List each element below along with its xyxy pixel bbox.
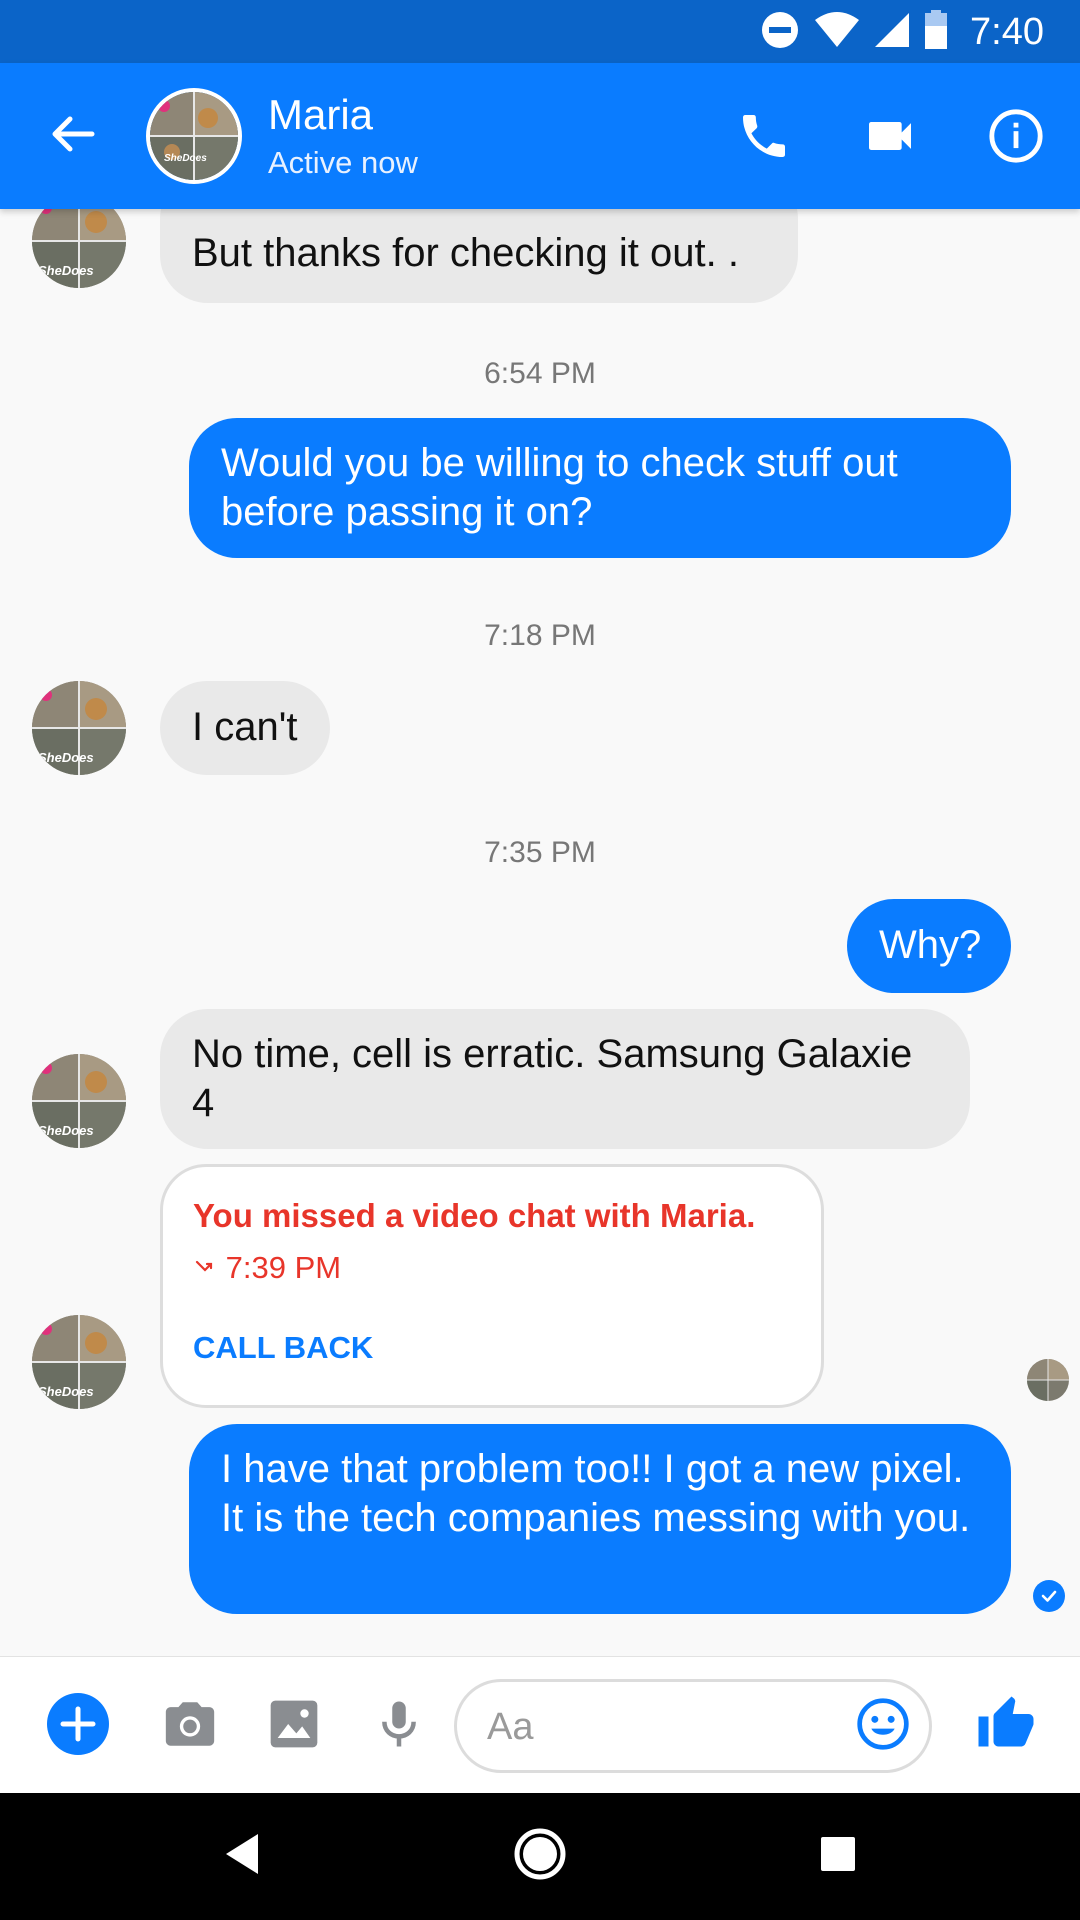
gallery-button[interactable] bbox=[262, 1694, 326, 1758]
contact-avatar-small[interactable]: SheDoes bbox=[32, 1054, 126, 1148]
missed-call-time-text: 7:39 PM bbox=[225, 1250, 342, 1285]
plus-icon bbox=[46, 1692, 110, 1761]
emoji-icon bbox=[855, 1696, 911, 1757]
message-composer bbox=[0, 1656, 1080, 1793]
info-button[interactable] bbox=[984, 106, 1048, 170]
more-actions-button[interactable] bbox=[46, 1692, 110, 1761]
missed-call-arrow-icon bbox=[193, 1250, 226, 1285]
avatar-watermark: SheDoes bbox=[38, 1384, 94, 1399]
avatar-watermark: SheDoes bbox=[38, 263, 94, 278]
status-bar: 7:40 bbox=[0, 0, 1080, 63]
avatar-watermark: SheDoes bbox=[38, 750, 94, 765]
conversation-header: SheDoes Maria Active now bbox=[0, 63, 1080, 209]
battery-icon bbox=[924, 9, 948, 55]
message-input[interactable] bbox=[487, 1702, 827, 1752]
phone-icon bbox=[736, 108, 792, 169]
avatar-watermark: SheDoes bbox=[38, 1123, 94, 1138]
microphone-icon bbox=[372, 1695, 426, 1758]
message-timestamp: 6:54 PM bbox=[484, 357, 596, 390]
nav-back-button[interactable] bbox=[207, 1821, 277, 1891]
outgoing-message[interactable]: Would you be willing to check stuff out … bbox=[189, 418, 1011, 558]
camera-button[interactable] bbox=[158, 1694, 222, 1758]
incoming-message[interactable]: I can't bbox=[160, 681, 330, 775]
call-back-button[interactable]: CALL BACK bbox=[193, 1330, 373, 1366]
nav-home-icon bbox=[513, 1827, 567, 1886]
outgoing-message[interactable]: I have that problem too!! I got a new pi… bbox=[189, 1424, 1011, 1614]
back-arrow-icon bbox=[48, 110, 96, 163]
contact-name[interactable]: Maria bbox=[268, 91, 373, 139]
do-not-disturb-icon bbox=[760, 10, 800, 55]
system-navigation-bar bbox=[0, 1793, 1080, 1920]
message-timestamp: 7:35 PM bbox=[484, 836, 596, 869]
missed-call-title: You missed a video chat with Maria. bbox=[193, 1197, 756, 1234]
status-time: 7:40 bbox=[970, 10, 1044, 53]
voice-call-button[interactable] bbox=[732, 106, 796, 170]
contact-avatar-small[interactable]: SheDoes bbox=[32, 1315, 126, 1409]
read-receipt-avatar bbox=[1027, 1359, 1069, 1401]
message-input-container bbox=[454, 1679, 932, 1773]
gallery-icon bbox=[266, 1696, 322, 1757]
info-icon bbox=[987, 107, 1045, 170]
like-button[interactable] bbox=[974, 1694, 1038, 1758]
nav-home-button[interactable] bbox=[505, 1821, 575, 1891]
nav-recents-button[interactable] bbox=[803, 1821, 873, 1891]
missed-call-time: 7:39 PM bbox=[193, 1250, 341, 1286]
message-list[interactable]: SheDoes But thanks for checking it out. … bbox=[0, 209, 1080, 1656]
avatar-watermark: SheDoes bbox=[164, 153, 207, 164]
avatar-image bbox=[1027, 1359, 1069, 1401]
message-timestamp: 7:18 PM bbox=[484, 619, 596, 652]
emoji-button[interactable] bbox=[851, 1694, 915, 1758]
contact-avatar[interactable]: SheDoes bbox=[146, 88, 242, 184]
voice-message-button[interactable] bbox=[367, 1694, 431, 1758]
nav-back-icon bbox=[222, 1832, 262, 1881]
contact-avatar-small[interactable]: SheDoes bbox=[32, 681, 126, 775]
incoming-message[interactable]: No time, cell is erratic. Samsung Galaxi… bbox=[160, 1009, 970, 1149]
incoming-message[interactable]: But thanks for checking it out. . bbox=[160, 209, 798, 303]
signal-icon bbox=[874, 12, 910, 53]
thumbs-up-icon bbox=[976, 1694, 1036, 1759]
outgoing-message[interactable]: Why? bbox=[847, 899, 1011, 993]
contact-status: Active now bbox=[268, 145, 418, 180]
avatar-image bbox=[150, 92, 238, 180]
missed-call-card: You missed a video chat with Maria. 7:39… bbox=[160, 1164, 824, 1408]
delivered-check-icon bbox=[1033, 1580, 1065, 1612]
back-button[interactable] bbox=[42, 106, 102, 166]
wifi-icon bbox=[814, 11, 860, 53]
nav-recents-icon bbox=[819, 1835, 857, 1878]
video-call-button[interactable] bbox=[858, 106, 922, 170]
camera-icon bbox=[161, 1695, 219, 1758]
status-icons: 7:40 bbox=[760, 9, 1044, 55]
video-camera-icon bbox=[862, 108, 918, 169]
contact-avatar-small[interactable]: SheDoes bbox=[32, 209, 126, 288]
